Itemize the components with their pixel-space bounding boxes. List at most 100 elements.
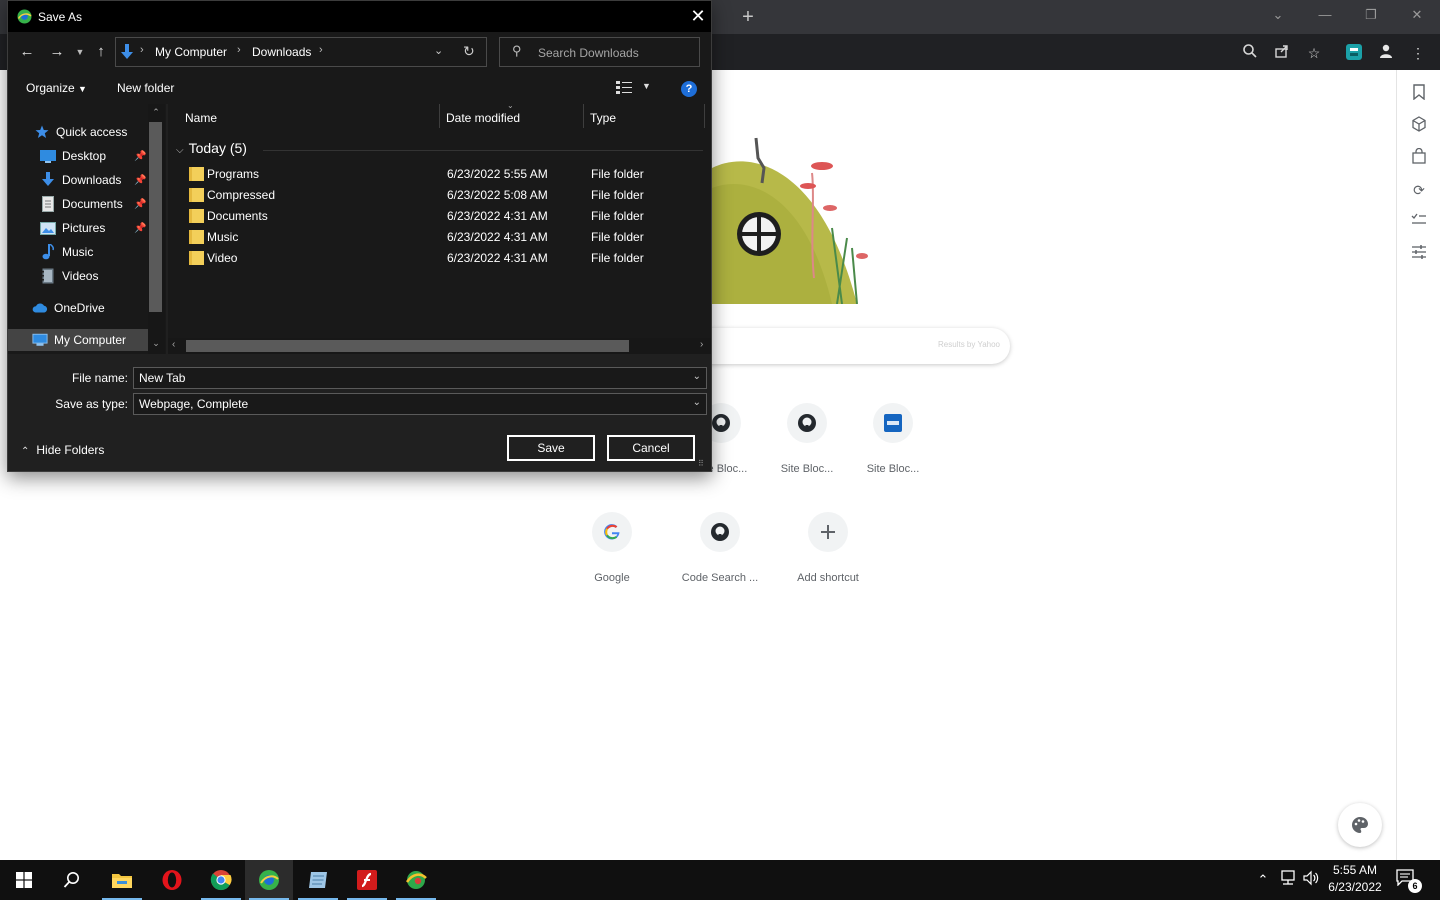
restore-button[interactable]: ❐ xyxy=(1356,4,1386,26)
forward-arrow-icon[interactable]: → xyxy=(47,42,67,62)
shortcut-tile[interactable]: Site Bloc... xyxy=(848,403,938,493)
shopping-bag-icon[interactable] xyxy=(1409,147,1429,168)
tray-overflow-chevron-icon[interactable]: ⌃ xyxy=(1253,870,1273,890)
scroll-right-chevron-icon[interactable]: › xyxy=(700,339,703,350)
pin-icon: 📌 xyxy=(134,150,147,162)
taskbar-file-explorer[interactable] xyxy=(98,860,146,900)
dialog-close-button[interactable]: ✕ xyxy=(684,5,712,29)
cancel-button[interactable]: Cancel xyxy=(607,435,695,461)
sliders-icon[interactable] xyxy=(1409,244,1429,264)
reading-list-icon[interactable] xyxy=(1409,84,1429,104)
search-input[interactable] xyxy=(538,44,693,62)
taskbar-opera[interactable] xyxy=(148,860,196,900)
breadcrumb-separator-icon: › xyxy=(140,44,144,56)
network-icon[interactable] xyxy=(1278,870,1298,890)
file-name-chevron-icon[interactable]: ⌄ xyxy=(693,371,701,382)
bookmark-star-icon[interactable]: ☆ xyxy=(1304,43,1324,63)
nav-downloads[interactable]: Downloads 📌 xyxy=(8,169,148,191)
tasks-icon[interactable] xyxy=(1409,212,1429,232)
hobbit-house-doodle[interactable] xyxy=(712,128,872,304)
table-row[interactable]: Programs 6/23/2022 5:55 AM File folder xyxy=(186,164,706,185)
navpane-scrollbar[interactable]: ⌃ ⌄ xyxy=(148,104,165,354)
file-name-field[interactable]: New Tab ⌄ xyxy=(133,367,707,389)
address-dropdown-chevron-icon[interactable]: ⌄ xyxy=(434,44,443,57)
scroll-down-chevron-icon[interactable]: ⌄ xyxy=(150,338,162,349)
nav-my-computer[interactable]: My Computer xyxy=(8,329,148,351)
nav-onedrive[interactable]: OneDrive xyxy=(8,297,148,319)
file-date: 6/23/2022 5:55 AM xyxy=(447,167,548,181)
taskbar-app[interactable] xyxy=(294,860,342,900)
refresh-icon[interactable]: ↻ xyxy=(463,43,475,60)
filepane-horizontal-scrollbar[interactable]: ‹ › xyxy=(168,338,711,354)
shortcut-tile[interactable]: Google xyxy=(567,512,657,602)
details-view-icon xyxy=(616,81,632,94)
shortcut-tile[interactable]: Site Bloc... xyxy=(762,403,852,493)
green-browser-icon xyxy=(259,870,279,890)
cube-icon[interactable] xyxy=(1409,116,1429,136)
save-type-chevron-icon[interactable]: ⌄ xyxy=(693,397,701,408)
hide-folders-button[interactable]: ⌃ Hide Folders xyxy=(21,443,104,457)
scrollbar-thumb[interactable] xyxy=(149,122,162,312)
taskbar-flash[interactable] xyxy=(343,860,391,900)
nav-desktop[interactable]: Desktop 📌 xyxy=(8,145,148,167)
tab-search-chevron-icon[interactable]: ⌄ xyxy=(1263,4,1293,26)
change-view-button[interactable]: ▼ xyxy=(616,80,656,98)
extension-icon[interactable] xyxy=(1344,43,1364,63)
search-field[interactable]: ⚲ xyxy=(499,37,700,67)
save-type-value: Webpage, Complete xyxy=(139,397,249,411)
share-icon[interactable] xyxy=(1272,43,1292,63)
sync-icon[interactable]: ⟳ xyxy=(1409,180,1429,200)
start-button[interactable] xyxy=(0,860,48,900)
recent-locations-chevron-icon[interactable]: ▼ xyxy=(70,42,90,62)
back-arrow-icon[interactable]: ← xyxy=(17,42,37,62)
column-header-date[interactable]: Date modified ⌄ xyxy=(439,101,583,132)
new-folder-button[interactable]: New folder xyxy=(117,81,174,95)
taskbar-browser-active[interactable] xyxy=(245,860,293,900)
organize-menu[interactable]: Organize ▼ xyxy=(26,81,87,95)
menu-kebab-icon[interactable]: ⋮ xyxy=(1408,43,1428,63)
table-row[interactable]: Documents 6/23/2022 4:31 AM File folder xyxy=(186,206,706,227)
table-row[interactable]: Video 6/23/2022 4:31 AM File folder xyxy=(186,248,706,269)
column-divider[interactable] xyxy=(704,104,705,128)
scrollbar-thumb[interactable] xyxy=(186,340,629,352)
profile-icon[interactable] xyxy=(1376,43,1396,63)
save-button[interactable]: Save xyxy=(507,435,595,461)
table-row[interactable]: Compressed 6/23/2022 5:08 AM File folder xyxy=(186,185,706,206)
column-header-name[interactable]: Name xyxy=(178,104,440,132)
nav-quick-access[interactable]: Quick access xyxy=(8,121,148,143)
save-type-select[interactable]: Webpage, Complete ⌄ xyxy=(133,393,707,415)
nav-music[interactable]: Music xyxy=(8,241,148,263)
github-icon xyxy=(787,403,827,443)
nav-videos[interactable]: Videos xyxy=(8,265,148,287)
address-bar[interactable]: › My Computer › Downloads › ⌄ ↻ xyxy=(115,37,487,67)
close-window-button[interactable]: ✕ xyxy=(1402,4,1432,26)
computer-icon xyxy=(32,332,48,348)
nav-documents[interactable]: Documents 📌 xyxy=(8,193,148,215)
taskbar-app-2[interactable] xyxy=(392,860,440,900)
minimize-button[interactable]: — xyxy=(1310,4,1340,26)
taskbar-chrome[interactable] xyxy=(197,860,245,900)
shortcut-tile[interactable]: Code Search ... xyxy=(675,512,765,602)
scroll-up-chevron-icon[interactable]: ⌃ xyxy=(150,107,162,118)
column-header-type[interactable]: Type xyxy=(583,104,704,132)
table-row[interactable]: Music 6/23/2022 4:31 AM File folder xyxy=(186,227,706,248)
new-tab-button[interactable]: + xyxy=(738,6,758,28)
breadcrumb-my-computer[interactable]: My Computer xyxy=(155,45,227,59)
taskbar-clock[interactable]: 5:55 AM 6/23/2022 xyxy=(1320,862,1390,896)
customize-palette-button[interactable] xyxy=(1338,803,1382,847)
volume-icon[interactable] xyxy=(1301,870,1321,890)
search-icon xyxy=(63,872,79,888)
up-arrow-icon[interactable]: ↑ xyxy=(91,42,111,62)
breadcrumb-separator-icon: › xyxy=(237,44,241,56)
zoom-icon[interactable] xyxy=(1240,43,1260,63)
add-shortcut-tile[interactable]: Add shortcut xyxy=(783,512,873,602)
notification-center-button[interactable]: 6 xyxy=(1396,868,1424,893)
breadcrumb-downloads[interactable]: Downloads xyxy=(252,45,311,59)
nav-pictures[interactable]: Pictures 📌 xyxy=(8,217,148,239)
help-icon[interactable]: ? xyxy=(681,81,697,97)
taskbar-search-button[interactable] xyxy=(48,860,96,900)
group-header-today[interactable]: ⌵ Today (5) xyxy=(176,140,247,156)
resize-grip-icon[interactable]: ⠿ xyxy=(698,459,704,468)
scroll-left-chevron-icon[interactable]: ‹ xyxy=(172,339,175,350)
newtab-search-box[interactable]: Results by Yahoo xyxy=(690,328,1010,364)
